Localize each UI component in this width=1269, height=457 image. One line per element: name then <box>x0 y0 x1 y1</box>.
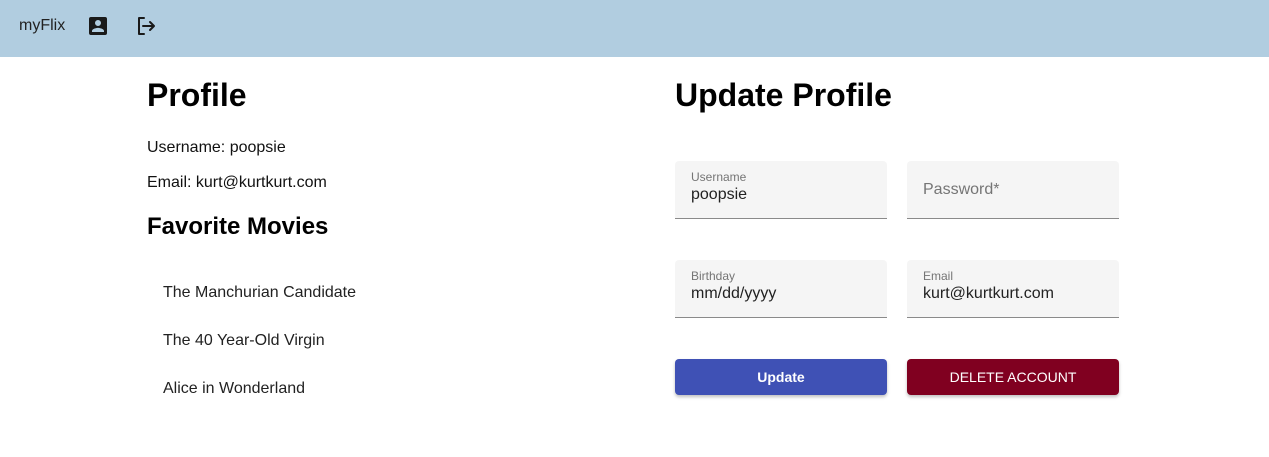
email-label: Email <box>923 269 954 283</box>
email-field[interactable]: Email kurt@kurtkurt.com <box>907 260 1119 318</box>
username-field[interactable]: Username poopsie <box>675 161 887 219</box>
username-label: Username <box>691 170 747 184</box>
favorite-movie-item[interactable]: Alice in Wonderland <box>163 380 356 428</box>
update-profile-title: Update Profile <box>675 77 892 113</box>
logout-icon[interactable] <box>134 14 158 38</box>
username-value: poopsie <box>691 186 748 203</box>
password-placeholder: Password* <box>923 181 1000 198</box>
favorite-movies-title: Favorite Movies <box>147 213 329 240</box>
birthday-value: mm/dd/yyyy <box>691 285 777 302</box>
birthday-label: Birthday <box>691 269 736 283</box>
brand-link[interactable]: myFlix <box>19 17 65 35</box>
profile-email: Email: kurt@kurtkurt.com <box>147 174 327 191</box>
delete-account-button[interactable]: DELETE ACCOUNT <box>907 359 1119 395</box>
profile-title: Profile <box>147 77 247 113</box>
favorite-movie-item[interactable]: The Manchurian Candidate <box>163 284 356 332</box>
account-box-icon[interactable] <box>86 14 110 38</box>
profile-username: Username: poopsie <box>147 139 286 156</box>
birthday-field[interactable]: Birthday mm/dd/yyyy <box>675 260 887 318</box>
update-button[interactable]: Update <box>675 359 887 395</box>
favorite-movies-list: The Manchurian Candidate The 40 Year-Old… <box>163 284 356 428</box>
favorite-movie-item[interactable]: The 40 Year-Old Virgin <box>163 332 356 380</box>
email-value: kurt@kurtkurt.com <box>923 285 1054 302</box>
password-field[interactable]: Password* <box>907 161 1119 219</box>
app-bar: myFlix <box>0 0 1269 57</box>
